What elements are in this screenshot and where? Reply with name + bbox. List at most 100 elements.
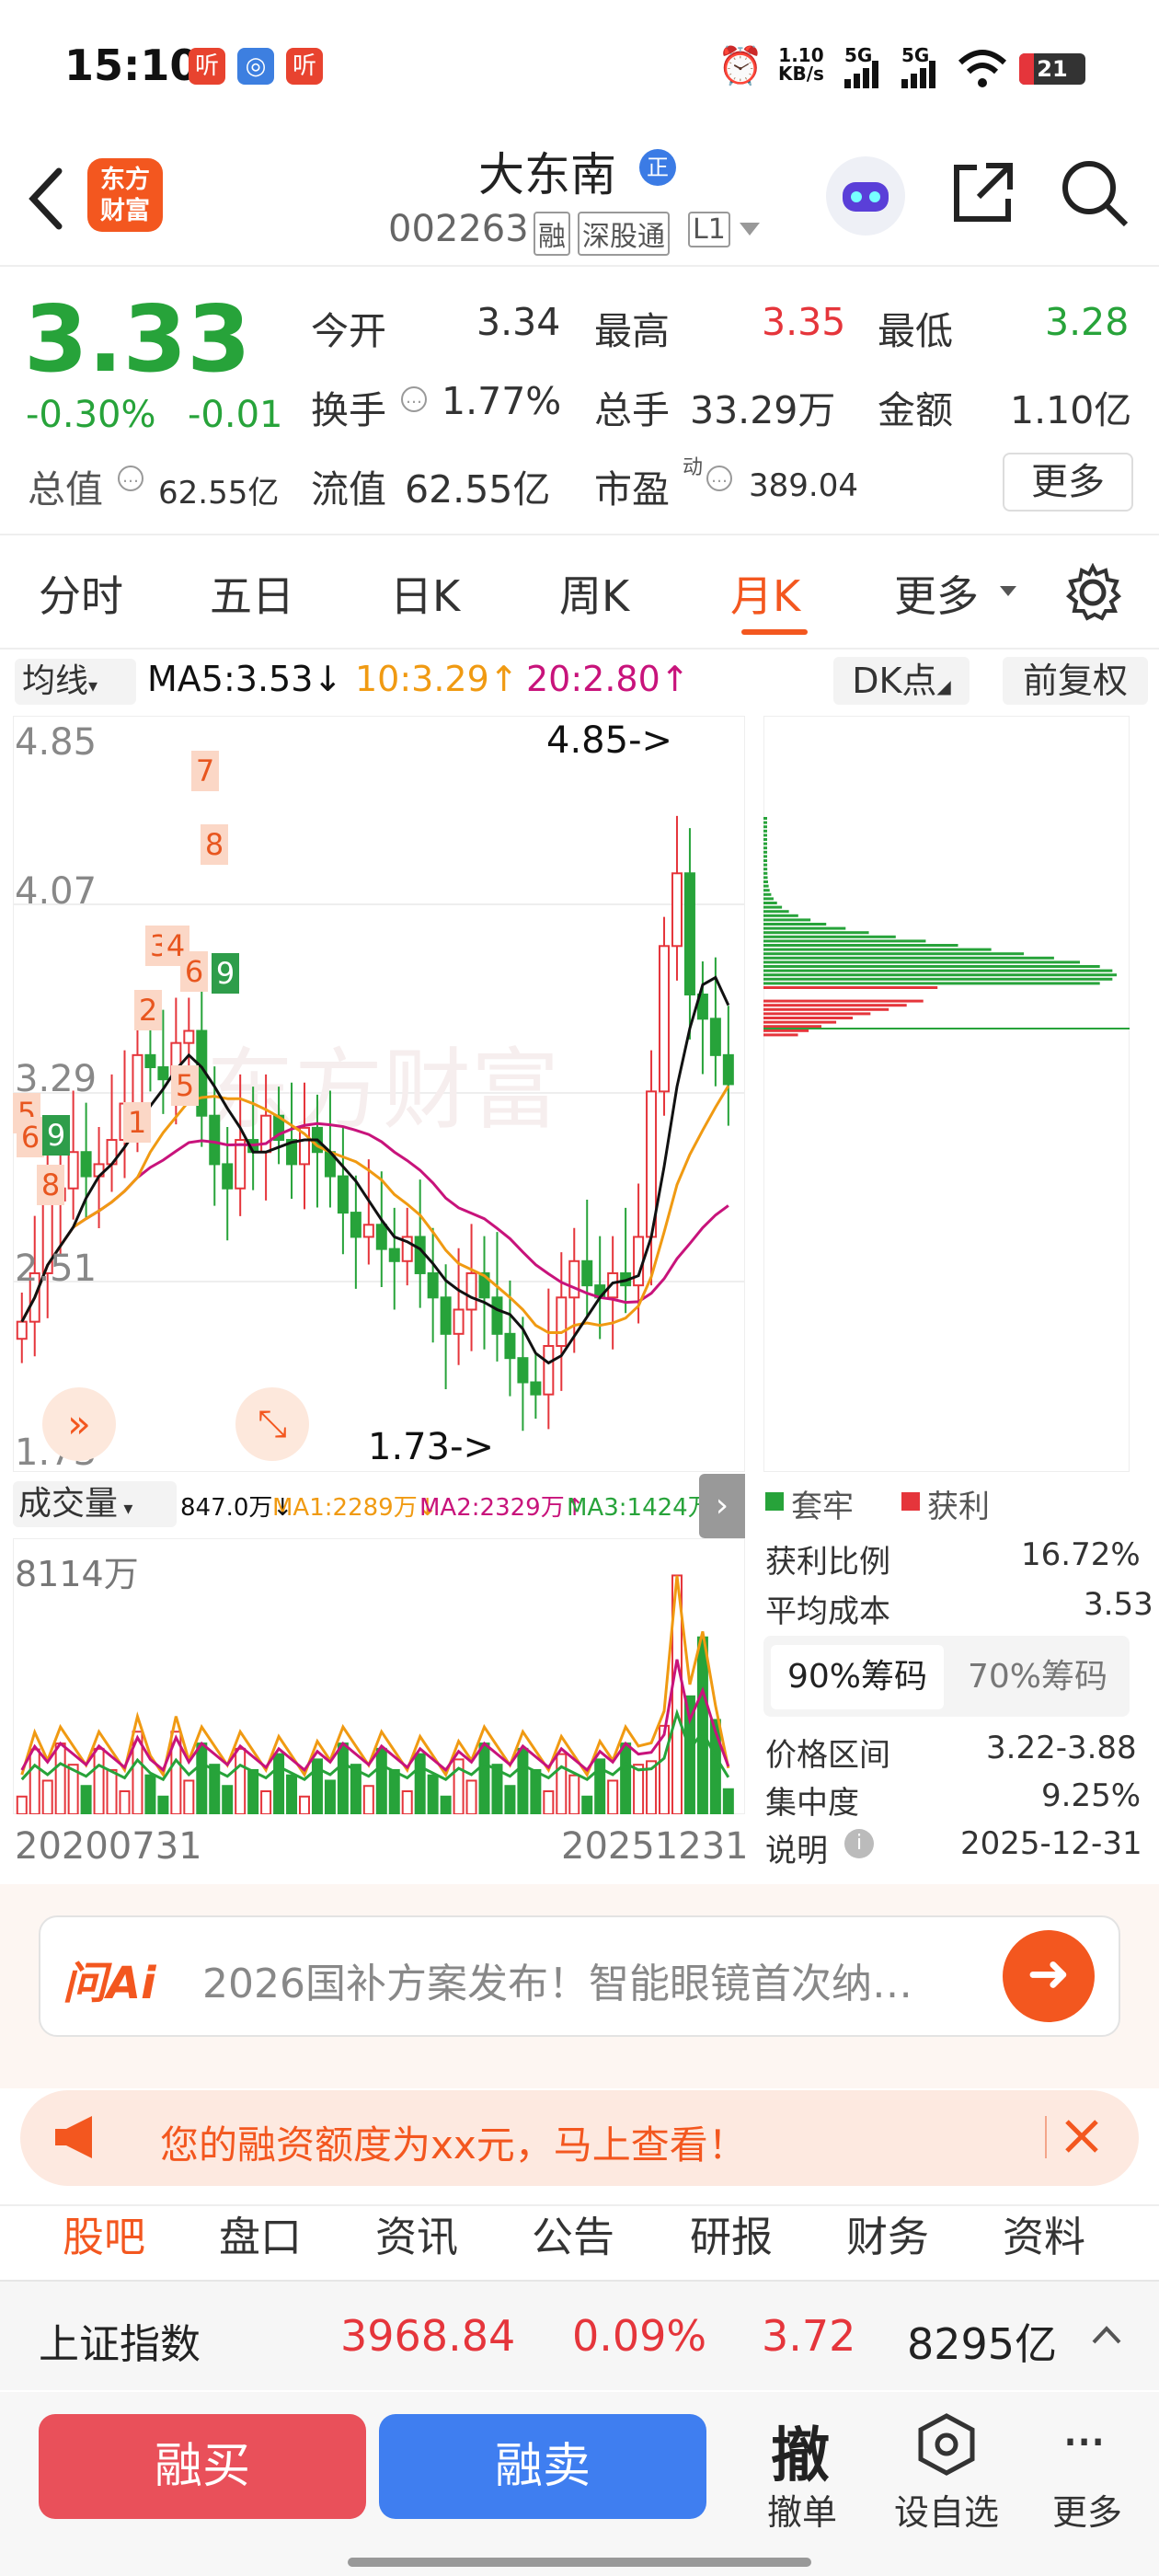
vol-ma2: MA2:2329万↑ xyxy=(419,1494,585,1522)
home-indicator xyxy=(348,2558,811,2567)
app-logo[interactable]: 东方 财富 xyxy=(87,158,163,232)
assistant-avatar[interactable] xyxy=(826,156,905,236)
volume-bar xyxy=(273,1753,285,1814)
tab-more[interactable]: 更多 xyxy=(894,563,979,624)
vol-max-label: 8114万 xyxy=(15,1554,139,1594)
tab-chip-70[interactable]: 70%筹码 xyxy=(951,1645,1124,1709)
add-watchlist-label[interactable]: 设自选 xyxy=(894,2484,999,2535)
tag-connect: 深股通 xyxy=(578,212,670,256)
tab-intraday[interactable]: 分时 xyxy=(39,563,123,624)
tab-profile[interactable]: 资料 xyxy=(1003,2203,1085,2263)
td-marker: 1 xyxy=(123,1102,151,1143)
search-icon[interactable] xyxy=(1060,158,1130,228)
pe-label: 市盈 xyxy=(594,467,670,512)
volume-bar xyxy=(93,1747,105,1814)
amount-value: 1.10亿 xyxy=(1010,388,1132,432)
tab-weekly[interactable]: 周K xyxy=(559,563,629,624)
share-icon[interactable] xyxy=(949,158,1017,226)
volume-bar xyxy=(633,1764,645,1814)
cancel-order-icon[interactable]: 撤 xyxy=(771,2409,830,2493)
chevron-up-icon[interactable] xyxy=(1091,2324,1122,2346)
arrow-right-icon[interactable]: ➜ xyxy=(1003,1930,1095,2022)
status-bar: 15:10 听 ◎ 听 ⏰ 1.10 KB/s 5G 5G 21 xyxy=(0,0,1159,138)
date-start: 20200731 xyxy=(15,1825,202,1868)
note-label: 说明 xyxy=(765,1833,828,1869)
app-notification-icon: 听 xyxy=(286,48,323,85)
tab-research[interactable]: 研报 xyxy=(690,2203,773,2263)
cancel-order-label[interactable]: 撤单 xyxy=(767,2484,837,2535)
index-value: 3968.84 xyxy=(340,2311,516,2361)
info-icon[interactable]: … xyxy=(706,466,732,491)
hexagon-settings-icon[interactable] xyxy=(916,2412,977,2477)
info-icon[interactable]: i xyxy=(844,1829,874,1858)
more-label[interactable]: 更多 xyxy=(1052,2484,1122,2535)
tab-monthly[interactable]: 月K xyxy=(730,563,800,624)
chevron-left-icon[interactable] xyxy=(26,166,66,232)
fullscreen-icon[interactable]: ⤡ xyxy=(235,1387,309,1461)
volume-bar xyxy=(607,1779,619,1814)
candle xyxy=(504,1332,516,1360)
tab-news[interactable]: 资讯 xyxy=(375,2203,458,2263)
gear-icon[interactable] xyxy=(1063,563,1122,622)
volume-bar xyxy=(722,1788,734,1814)
chip-bar xyxy=(763,817,767,820)
expand-left-icon[interactable]: » xyxy=(42,1387,116,1461)
chip-bar xyxy=(763,948,992,951)
chip-bar xyxy=(763,935,896,938)
chevron-down-icon[interactable] xyxy=(738,221,762,237)
chip-bar xyxy=(763,838,768,841)
chip-bar xyxy=(763,821,768,824)
candle xyxy=(183,1029,195,1044)
battery-icon: 21 xyxy=(1019,53,1085,85)
tab-financials[interactable]: 财务 xyxy=(846,2203,929,2263)
volume-bar xyxy=(362,1785,374,1814)
chip-bar xyxy=(763,931,869,935)
turnover-value: 1.77% xyxy=(442,379,562,423)
info-icon[interactable]: … xyxy=(118,466,143,491)
chip-bar xyxy=(763,850,768,854)
chip-bar xyxy=(763,863,768,867)
candle xyxy=(350,1212,361,1238)
chevron-right-icon[interactable]: › xyxy=(699,1474,745,1538)
float-value: 62.55亿 xyxy=(405,467,551,512)
volume-bar xyxy=(388,1768,400,1814)
volume-bar xyxy=(465,1779,477,1814)
candlestick-chart[interactable]: 东方财富 xyxy=(13,716,745,1472)
megaphone-icon xyxy=(55,2116,92,2158)
tab-chip-90[interactable]: 90%筹码 xyxy=(771,1645,944,1709)
tab-forum[interactable]: 股吧 xyxy=(63,2203,145,2263)
adjust-button[interactable]: 前复权 xyxy=(1003,657,1148,705)
legend-swatch-profit xyxy=(901,1492,920,1511)
tag-level: L1 xyxy=(688,212,730,247)
ai-prompt[interactable]: 2026国补方案发布！智能眼镜首次纳… xyxy=(202,1950,912,2009)
tab-orderbook[interactable]: 盘口 xyxy=(219,2203,302,2263)
info-icon[interactable]: … xyxy=(401,386,427,412)
candle xyxy=(222,1163,234,1190)
volume-selector[interactable]: 成交量 ▾ xyxy=(13,1481,177,1527)
open-label: 今开 xyxy=(311,309,386,353)
chip-bar xyxy=(763,926,846,930)
td-marker: 6 xyxy=(17,1117,44,1157)
tab-daily[interactable]: 日K xyxy=(390,563,460,624)
candle xyxy=(683,872,695,995)
ma-selector[interactable]: 均线▾ xyxy=(15,659,136,705)
volume-bar xyxy=(196,1742,208,1814)
volume-bar xyxy=(478,1742,490,1814)
dk-point-button[interactable]: DK点◢ xyxy=(833,657,970,705)
candle xyxy=(427,1271,439,1299)
more-quote-button[interactable]: 更多 xyxy=(1003,453,1133,512)
chip-bar xyxy=(763,1020,837,1024)
chip-bar xyxy=(763,923,827,926)
volume-bar xyxy=(568,1774,580,1814)
candle xyxy=(132,1053,143,1105)
tab-5day[interactable]: 五日 xyxy=(210,563,294,624)
volume-bar xyxy=(530,1768,542,1814)
tab-announcements[interactable]: 公告 xyxy=(532,2203,614,2263)
close-icon[interactable] xyxy=(1063,2118,1100,2155)
low-label: 最低 xyxy=(878,309,953,353)
margin-sell-button[interactable]: 融卖 xyxy=(379,2414,706,2519)
chip-bar xyxy=(763,829,768,833)
more-icon[interactable]: ··· xyxy=(1061,2410,1107,2475)
margin-buy-button[interactable]: 融买 xyxy=(39,2414,366,2519)
pe-sup: 动 xyxy=(683,456,704,479)
